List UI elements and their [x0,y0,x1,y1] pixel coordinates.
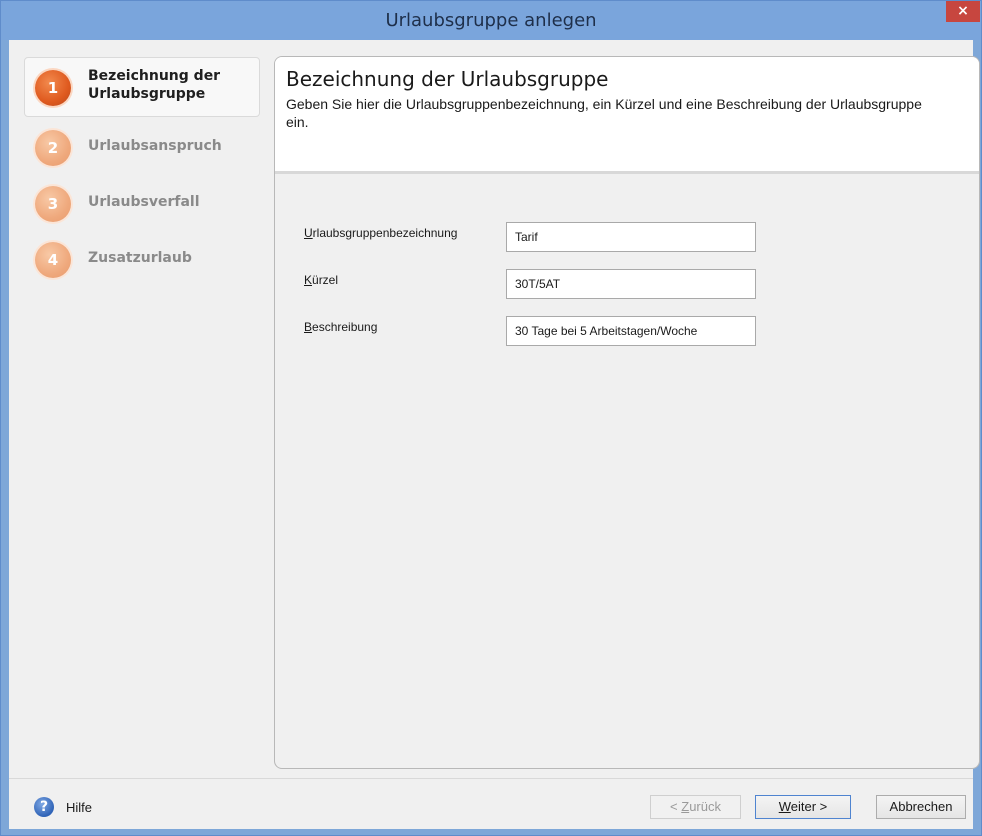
step-urlaubsverfall[interactable]: 3 Urlaubsverfall [24,173,260,229]
step-label: Urlaubsverfall [88,194,200,210]
help-label[interactable]: Hilfe [66,800,92,815]
page-title: Bezeichnung der Urlaubsgruppe [286,67,609,91]
step-urlaubsanspruch[interactable]: 2 Urlaubsanspruch [24,117,260,173]
short-input[interactable]: 30T/5AT [506,269,756,299]
description-label-text: eschreibung [312,320,378,334]
step-number-badge: 3 [35,186,71,222]
next-suffix: > [816,799,828,814]
dialog-content: 1 Bezeichnung der Urlaubsgruppe 2 Urlaub… [9,40,980,829]
step-number-badge: 4 [35,242,71,278]
description-row: Beschreibung 30 Tage bei 5 Arbeitstagen/… [304,316,764,346]
cancel-button[interactable]: Abbrechen [876,795,966,819]
description-label-mnemonic: B [304,320,313,334]
title-bar[interactable]: Urlaubsgruppe anlegen × [1,1,981,40]
back-mnemonic: Z [681,799,690,814]
page-description: Geben Sie hier die Urlaubsgruppenbezeich… [286,96,922,130]
help-link[interactable]: ? Hilfe [34,797,92,817]
close-button[interactable]: × [946,1,980,22]
description-input[interactable]: 30 Tage bei 5 Arbeitstagen/Woche [506,316,756,346]
next-button[interactable]: Weiter > [755,795,851,819]
step-bezeichnung[interactable]: 1 Bezeichnung der Urlaubsgruppe [24,57,260,117]
name-label-mnemonic: U [304,226,313,240]
step-label: Bezeichnung der Urlaubsgruppe [88,68,221,102]
window-title: Urlaubsgruppe anlegen [385,10,597,31]
short-label: Kürzel [304,273,338,287]
short-label-text: ürzel [312,273,339,287]
step-zusatzurlaub[interactable]: 4 Zusatzurlaub [24,229,260,285]
content-panel: Bezeichnung der Urlaubsgruppe Geben Sie … [274,56,980,769]
help-icon[interactable]: ? [34,797,54,817]
name-input[interactable]: Tarif [506,222,756,252]
name-label-text: rlaubsgruppenbezeichnung [312,226,458,240]
step-label: Urlaubsanspruch [88,138,222,154]
step-number-badge: 2 [35,130,71,166]
back-button[interactable]: < Zurück [650,795,741,819]
step-number-badge: 1 [35,70,71,106]
next-text: eiter [790,799,817,814]
step-label: Zusatzurlaub [88,250,192,266]
short-label-mnemonic: K [304,273,313,287]
name-label: Urlaubsgruppenbezeichnung [304,226,457,240]
panel-header: Bezeichnung der Urlaubsgruppe Geben Sie … [275,57,979,174]
next-mnemonic: W [778,799,791,814]
button-bar: ? Hilfe < Zurück Weiter > Abbrechen [9,778,973,829]
back-prefix: < [670,799,682,814]
description-label: Beschreibung [304,320,377,334]
short-row: Kürzel 30T/5AT [304,269,764,299]
dialog-window: Urlaubsgruppe anlegen × 1 Bezeichnung de… [0,0,982,836]
wizard-steps: 1 Bezeichnung der Urlaubsgruppe 2 Urlaub… [24,57,260,285]
back-text: urück [689,799,721,814]
name-row: Urlaubsgruppenbezeichnung Tarif [304,222,764,252]
